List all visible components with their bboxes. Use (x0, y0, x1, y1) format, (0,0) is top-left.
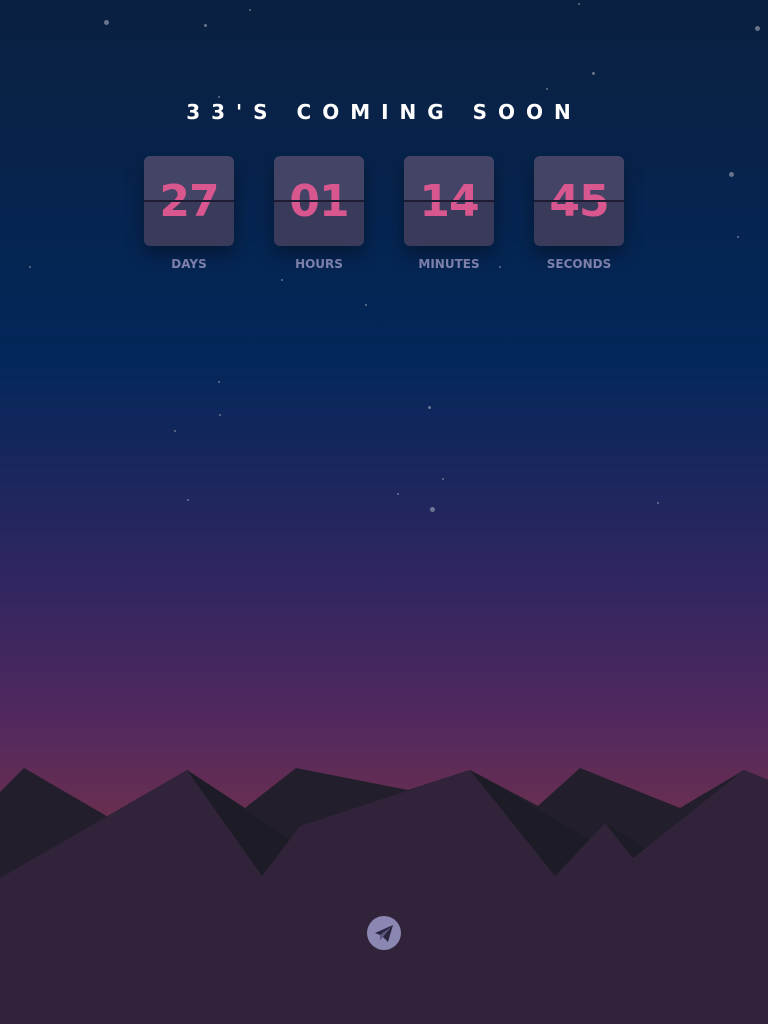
flip-card-divider (534, 200, 624, 202)
telegram-icon (375, 925, 393, 942)
flip-card-divider (404, 200, 494, 202)
flip-card-days: 27 (144, 156, 234, 246)
flip-card-hours: 01 (274, 156, 364, 246)
flip-card-minutes: 14 (404, 156, 494, 246)
flip-card-divider (144, 200, 234, 202)
flip-card-seconds: 45 (534, 156, 624, 246)
telegram-button[interactable] (367, 916, 401, 950)
mountain-range (0, 768, 768, 1024)
flip-card-divider (274, 200, 364, 202)
